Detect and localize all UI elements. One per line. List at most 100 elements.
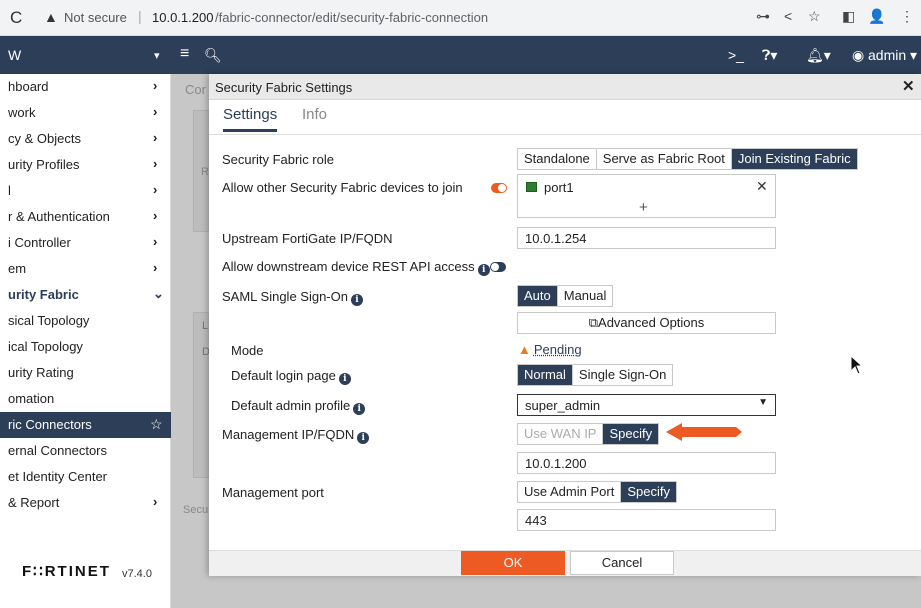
chevron-right-icon: › <box>153 234 158 249</box>
tab-settings[interactable]: Settings <box>223 106 278 132</box>
sidebar-item-security-profiles[interactable]: urity Profiles › <box>0 152 171 178</box>
sidebar-item-user-authentication[interactable]: r & Authentication › <box>0 204 171 230</box>
sidebar-item-fabric-connectors[interactable]: ric Connectors ☆ <box>0 412 171 438</box>
sidebar-item-label: r & Authentication <box>8 209 110 224</box>
advanced-options-button[interactable]: ⧉Advanced Options <box>517 312 776 334</box>
fabric-role-root-option[interactable]: Serve as Fabric Root <box>597 149 732 169</box>
sidepanel-icon[interactable]: ◧ <box>842 8 855 25</box>
info-icon[interactable]: i <box>350 294 363 306</box>
sidebar-item-logical-topology[interactable]: ical Topology <box>0 334 171 360</box>
dialog-footer <box>209 550 921 576</box>
tab-info[interactable]: Info <box>302 106 327 129</box>
login-page-label-text: Default login page <box>231 368 336 383</box>
sidebar-item-wifi-controller[interactable]: i Controller › <box>0 230 171 256</box>
sidebar-item-automation[interactable]: omation <box>0 386 171 412</box>
sidebar-item-log-report[interactable]: & Report › <box>0 490 171 516</box>
backdrop-breadcrumb: Cor <box>185 82 206 97</box>
browser-menu-icon[interactable]: ⋮ <box>900 8 914 25</box>
cli-console-icon[interactable]: >_ <box>728 47 744 63</box>
hamburger-menu-icon[interactable]: ≡ <box>180 45 189 63</box>
key-icon[interactable]: ⊶ <box>756 8 770 25</box>
add-interface-button[interactable]: + <box>639 199 648 216</box>
sidebar-item-system[interactable]: em › <box>0 256 171 282</box>
admin-profile-select[interactable]: super_admin ▼ <box>517 394 776 416</box>
login-page-normal-option[interactable]: Normal <box>518 365 573 385</box>
rest-api-label-text: Allow downstream device REST API access <box>222 259 475 274</box>
sidebar-item-label: sical Topology <box>8 313 90 328</box>
mgmt-ip-specify-option[interactable]: Specify <box>603 424 659 444</box>
user-avatar-icon[interactable]: ◉ <box>852 47 864 64</box>
sidebar-item-label: et Identity Center <box>8 469 107 484</box>
app-header: W ▾ ≡ 🔍︎ >_ ❓︎▾ 🔔︎▾ ◉ admin ▾ <box>0 36 921 74</box>
fabric-role-selector: Standalone Serve as Fabric Root Join Exi… <box>517 148 858 170</box>
sidebar-item-label: cy & Objects <box>8 131 81 146</box>
info-icon[interactable]: i <box>353 403 366 415</box>
sidebar-item-label: urity Profiles <box>8 157 80 172</box>
mgmt-port-specify-option[interactable]: Specify <box>621 482 676 502</box>
security-status[interactable]: Not secure <box>64 10 127 25</box>
profile-icon[interactable]: 👤 <box>868 8 885 25</box>
favorite-star-icon[interactable]: ☆ <box>150 416 163 433</box>
sidebar-item-label: ric Connectors <box>8 417 92 432</box>
share-icon[interactable]: < <box>784 8 792 24</box>
mode-label: Mode <box>231 343 264 358</box>
upstream-ip-input[interactable]: 10.0.1.254 <box>517 227 776 249</box>
rest-api-label: Allow downstream device REST API access i <box>222 259 490 276</box>
info-icon[interactable]: i <box>477 264 490 276</box>
mgmt-ip-label-text: Management IP/FQDN <box>222 427 355 442</box>
saml-auto-option[interactable]: Auto <box>518 286 558 306</box>
url-host[interactable]: 10.0.1.200 <box>152 10 213 25</box>
info-icon[interactable]: i <box>357 432 370 444</box>
saml-label: SAML Single Sign-On i <box>222 289 363 306</box>
saml-manual-option[interactable]: Manual <box>558 286 613 306</box>
mode-status[interactable]: ▲ Pending <box>518 342 582 357</box>
close-icon[interactable]: ✕ <box>902 77 915 95</box>
bookmark-star-icon[interactable]: ☆ <box>808 8 821 25</box>
info-icon[interactable]: i <box>338 373 351 385</box>
sidebar-item-dashboard[interactable]: hboard › <box>0 74 171 100</box>
allow-join-toggle[interactable] <box>491 183 507 193</box>
sidebar-item-label: omation <box>8 391 55 406</box>
interface-list: port1 ✕ + <box>517 174 776 218</box>
chevron-right-icon: › <box>153 182 158 197</box>
interface-entry: port1 <box>544 180 574 195</box>
warning-icon: ▲ <box>518 342 531 357</box>
fabric-role-standalone-option[interactable]: Standalone <box>518 149 597 169</box>
user-name: admin <box>868 47 907 63</box>
admin-profile-label: Default admin profile i <box>231 398 366 415</box>
search-icon[interactable]: 🔍︎ <box>204 47 222 64</box>
mgmt-port-admin-option[interactable]: Use Admin Port <box>518 482 622 502</box>
sidebar-item-security-fabric[interactable]: urity Fabric ⌄ <box>0 282 171 308</box>
user-menu[interactable]: admin ▾ <box>868 47 917 64</box>
login-page-label: Default login page i <box>231 368 351 385</box>
url-path[interactable]: /fabric-connector/edit/security-fabric-c… <box>215 10 488 25</box>
notification-bell-icon[interactable]: 🔔︎▾ <box>806 47 831 64</box>
mgmt-ip-input[interactable]: 10.0.1.200 <box>517 452 776 474</box>
reload-icon[interactable]: C <box>10 8 22 28</box>
mgmt-ip-selector: Use WAN IP Specify <box>517 423 660 445</box>
app-menu-caret-icon[interactable]: ▾ <box>154 49 160 62</box>
help-icon[interactable]: ❓︎▾ <box>762 47 777 64</box>
sidebar-item-physical-topology[interactable]: sical Topology <box>0 308 171 334</box>
sidebar-item-asset-identity-center[interactable]: et Identity Center <box>0 464 171 490</box>
sidebar-item-label: ical Topology <box>8 339 83 354</box>
sidebar-item-external-connectors[interactable]: ernal Connectors <box>0 438 171 464</box>
mgmt-port-input[interactable]: 443 <box>517 509 776 531</box>
rest-api-toggle[interactable] <box>490 262 506 272</box>
sidebar-item-security-rating[interactable]: urity Rating <box>0 360 171 386</box>
dialog-title: Security Fabric Settings <box>215 80 353 95</box>
sidebar-item-policy-objects[interactable]: cy & Objects › <box>0 126 171 152</box>
fabric-role-join-option[interactable]: Join Existing Fabric <box>731 149 857 169</box>
chevron-right-icon: › <box>153 104 158 119</box>
warning-icon[interactable]: ▲ <box>44 9 58 25</box>
remove-icon[interactable]: ✕ <box>756 178 768 195</box>
dialog-header: Security Fabric Settings ✕ <box>209 74 921 100</box>
ok-button[interactable]: OK <box>461 551 565 575</box>
sidebar-item-vpn[interactable]: l › <box>0 178 171 204</box>
cancel-button[interactable]: Cancel <box>570 551 674 575</box>
mgmt-ip-wan-option[interactable]: Use WAN IP <box>518 424 604 444</box>
sidebar-item-network[interactable]: work › <box>0 100 171 126</box>
sidebar-item-label: em <box>8 261 27 276</box>
browser-toolbar: C ▲ Not secure | 10.0.1.200 /fabric-conn… <box>0 0 921 36</box>
login-page-sso-option[interactable]: Single Sign-On <box>573 365 672 385</box>
